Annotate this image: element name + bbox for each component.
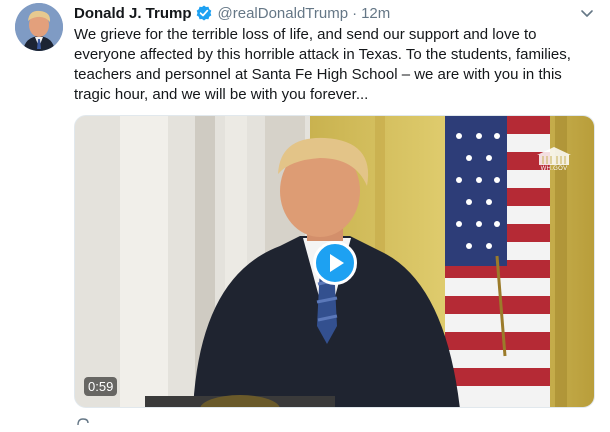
tweet-timestamp[interactable]: 12m (361, 5, 390, 22)
tweet-actions (74, 412, 594, 426)
verified-badge-icon (196, 5, 212, 21)
video-player[interactable]: WH.GOV 0:59 (74, 115, 595, 408)
header-separator: · (352, 4, 358, 22)
author-handle[interactable]: @realDonaldTrump (218, 5, 349, 22)
watermark-label: WH.GOV (540, 166, 568, 172)
play-button[interactable] (313, 241, 357, 285)
chevron-down-icon[interactable] (578, 4, 596, 22)
video-duration: 0:59 (84, 377, 118, 396)
tweet-text: We grieve for the terrible loss of life,… (74, 26, 571, 103)
avatar[interactable] (15, 3, 63, 51)
play-icon (330, 254, 344, 272)
reply-icon[interactable] (76, 414, 90, 426)
tweet-header: Donald J. Trump @realDonaldTrump · 12m (74, 3, 390, 23)
tweet[interactable]: Donald J. Trump @realDonaldTrump · 12m W… (0, 0, 610, 426)
author-name[interactable]: Donald J. Trump (74, 5, 192, 22)
